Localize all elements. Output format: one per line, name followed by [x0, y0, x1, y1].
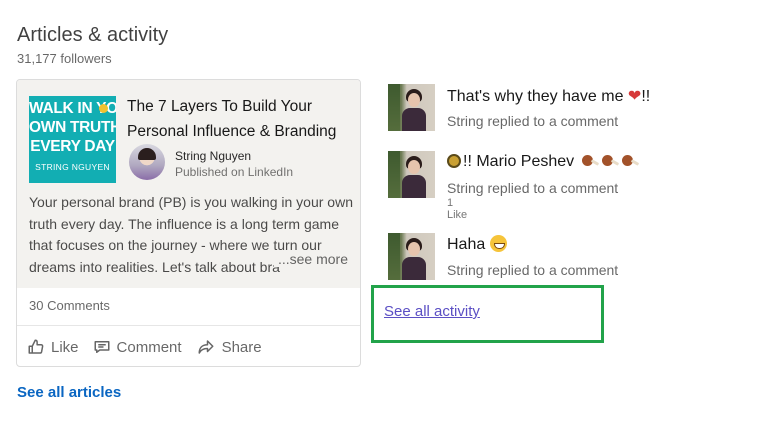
- grinning-emoji-icon: [489, 235, 507, 252]
- comment-icon: [94, 341, 110, 353]
- section-title: Articles & activity: [17, 24, 169, 46]
- like-label: Like: [51, 338, 79, 356]
- card-divider: [17, 325, 360, 326]
- see-all-articles-link[interactable]: See all articles: [17, 384, 121, 401]
- comments-count[interactable]: 30 Comments: [29, 298, 110, 313]
- article-thumbnail[interactable]: WALK IN YOUR OWN TRUTH EVERY DAY STRING …: [29, 96, 116, 183]
- thumbnail-author: STRING NGUYEN: [35, 162, 110, 172]
- activity-subtitle: String replied to a comment: [447, 262, 619, 278]
- author-avatar[interactable]: [129, 144, 165, 180]
- thumbnail-text-line: EVERY DAY: [30, 138, 115, 155]
- activity-title-prefix: !!: [463, 153, 472, 170]
- comment-button[interactable]: Comment: [93, 338, 182, 356]
- activity-title[interactable]: !! Mario Peshev: [447, 153, 639, 171]
- like-button[interactable]: Like: [27, 338, 79, 356]
- thumbs-up-icon: [28, 339, 44, 354]
- activity-title[interactable]: Haha: [447, 235, 507, 254]
- activity-title-text: Mario Peshev: [476, 153, 575, 170]
- drumstick-emoji-icon: [601, 155, 619, 167]
- activity-subtitle: String replied to a comment: [447, 180, 619, 196]
- activity-title-suffix: !!: [641, 88, 651, 105]
- see-more-link[interactable]: ...see more: [273, 251, 348, 267]
- author-name[interactable]: String Nguyen: [175, 149, 251, 163]
- activity-thumbnail[interactable]: [388, 84, 435, 131]
- social-actions: Like Comment Share: [27, 338, 276, 356]
- article-card[interactable]: WALK IN YOUR OWN TRUTH EVERY DAY STRING …: [16, 79, 361, 367]
- sunflower-emoji-icon: [447, 154, 461, 168]
- comment-label: Comment: [116, 338, 182, 356]
- thumbnail-text-line: OWN TRUTH: [29, 119, 116, 136]
- drumstick-emoji-icon: [581, 155, 599, 167]
- followers-count: 31,177 followers: [17, 51, 112, 66]
- published-label: Published on LinkedIn: [175, 165, 294, 179]
- activity-thumbnail[interactable]: [388, 233, 435, 280]
- activity-title[interactable]: That's why they have me ❤!!: [447, 86, 650, 106]
- activity-title-text: That's why they have me: [447, 88, 624, 105]
- activity-subtitle: String replied to a comment: [447, 113, 619, 129]
- activity-title-text: Haha: [447, 236, 486, 253]
- thumbnail-badge-icon: [99, 104, 108, 113]
- share-label: Share: [221, 338, 262, 356]
- share-arrow-icon: [198, 340, 214, 354]
- share-button[interactable]: Share: [196, 338, 262, 356]
- heart-emoji-icon: ❤: [627, 88, 642, 105]
- activity-likes[interactable]: 1 Like: [447, 197, 467, 221]
- article-card-body[interactable]: WALK IN YOUR OWN TRUTH EVERY DAY STRING …: [17, 80, 360, 288]
- activity-thumbnail[interactable]: [388, 151, 435, 198]
- article-title[interactable]: The 7 Layers To Build Your Personal Infl…: [127, 94, 353, 144]
- drumstick-emoji-icon: [621, 155, 639, 167]
- see-all-activity-link[interactable]: See all activity: [384, 303, 480, 320]
